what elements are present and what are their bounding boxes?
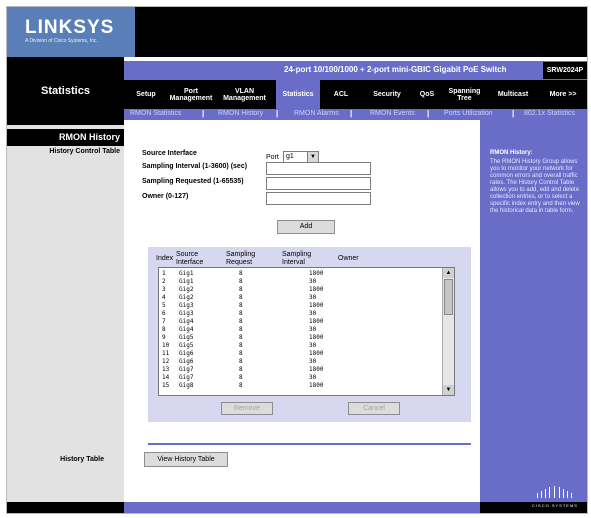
listbox-scrollbar[interactable]: ▲ ▼ [442, 268, 454, 395]
cisco-bridge-icon [537, 486, 572, 498]
submenu-separator: | [276, 109, 279, 118]
logo-text: LINKSYS [25, 17, 115, 38]
sampling-requested-label: Sampling Requested (1-65535) [142, 178, 244, 185]
scroll-up-arrow-icon[interactable]: ▲ [443, 268, 454, 278]
submenu-separator: | [350, 109, 353, 118]
cancel-button[interactable]: Cancel [348, 402, 400, 415]
model-number: SRW2024P [543, 62, 587, 79]
submenu-separator: | [512, 109, 515, 118]
footer [7, 502, 587, 513]
chevron-down-icon: ▼ [307, 152, 318, 162]
cisco-logo-text: CISCO SYSTEMS [532, 503, 578, 508]
tab-statistics[interactable]: Statistics [276, 80, 320, 109]
remove-button[interactable]: Remove [221, 402, 273, 415]
help-panel: RMON History: The RMON History Group all… [480, 120, 587, 502]
add-button[interactable]: Add [277, 220, 335, 234]
tab-qos[interactable]: QoS [413, 80, 441, 109]
product-bar: 24-port 10/100/1000 + 2-port mini-GBIC G… [124, 61, 587, 80]
submenu-rmon-statistics[interactable]: RMON Statistics [130, 110, 181, 117]
tab-acl[interactable]: ACL [321, 80, 361, 109]
left-nav-subheading: History Control Table [49, 148, 120, 155]
submenu-rmon-history[interactable]: RMON History [218, 110, 263, 117]
main-content: Source Interface Port g1 ▼ Sampling Inte… [124, 120, 480, 513]
column-header-source: Source Interface [176, 251, 204, 266]
scroll-thumb[interactable] [444, 279, 453, 315]
linksys-logo: LINKSYS A Division of Cisco Systems, Inc… [7, 7, 135, 57]
port-select-value: g1 [286, 153, 294, 160]
logo-subtext: A Division of Cisco Systems, Inc. [25, 38, 98, 44]
submenu: RMON Statistics | RMON History | RMON Al… [124, 109, 587, 120]
history-listbox[interactable]: 1 Gig1 8 1800 2 Gig1 8 30 3 Gig2 8 1800 4 Gig2 8 30 … [158, 267, 455, 396]
sampling-interval-label: Sampling Interval (1-3600) (sec) [142, 163, 248, 170]
left-nav-history-table: History Table [60, 456, 104, 463]
tab-spanning-tree[interactable]: Spanning Tree [442, 80, 487, 109]
column-header-index: Index [156, 255, 174, 262]
submenu-rmon-events[interactable]: RMON Events [370, 110, 415, 117]
left-nav: RMON History History Control Table Histo… [7, 125, 124, 513]
owner-label: Owner (0-127) [142, 193, 189, 200]
tab-security[interactable]: Security [362, 80, 412, 109]
tab-more[interactable]: More >> [539, 80, 587, 109]
owner-input[interactable] [266, 192, 371, 205]
column-header-request: Sampling Request [226, 251, 256, 266]
section-title: Statistics [41, 85, 90, 97]
tab-vlan-management[interactable]: VLAN Management [217, 80, 272, 109]
cisco-logo: CISCO SYSTEMS [527, 485, 583, 510]
sampling-requested-input[interactable] [266, 177, 371, 190]
tab-multicast[interactable]: Multicast [488, 80, 538, 109]
submenu-ports-utilization[interactable]: Ports Utilization [444, 110, 493, 117]
submenu-8021x-statistics[interactable]: 802.1x Statistics [524, 110, 575, 117]
section-divider [148, 443, 471, 445]
section-header: Statistics [7, 57, 124, 125]
column-header-interval: Sampling Interval [282, 251, 312, 266]
submenu-separator: | [202, 109, 205, 118]
history-control-table: Index Source Interface Sampling Request … [148, 247, 471, 422]
footer-accent-bar [124, 502, 480, 513]
tab-setup[interactable]: Setup [127, 80, 165, 109]
left-nav-heading: RMON History [7, 129, 124, 146]
table-row[interactable]: 15 Gig8 8 1800 [159, 382, 439, 391]
tab-port-management[interactable]: Port Management [166, 80, 216, 109]
window: LINKSYS A Division of Cisco Systems, Inc… [6, 6, 588, 514]
source-interface-label: Source Interface [142, 150, 197, 157]
column-header-owner: Owner [338, 255, 359, 262]
sampling-interval-input[interactable] [266, 162, 371, 175]
view-history-table-button[interactable]: View History Table [144, 452, 228, 467]
help-text: The RMON History Group allows you to mon… [490, 159, 580, 214]
submenu-rmon-alarms[interactable]: RMON Alarms [294, 110, 339, 117]
top-banner: LINKSYS A Division of Cisco Systems, Inc… [7, 7, 587, 57]
submenu-separator: | [427, 109, 430, 118]
product-name: 24-port 10/100/1000 + 2-port mini-GBIC G… [284, 65, 507, 74]
scroll-down-arrow-icon[interactable]: ▼ [443, 385, 454, 395]
help-title: RMON History: [490, 150, 533, 156]
main-tabs: Setup Port Management VLAN Management St… [124, 80, 587, 109]
port-label: Port [266, 154, 279, 161]
